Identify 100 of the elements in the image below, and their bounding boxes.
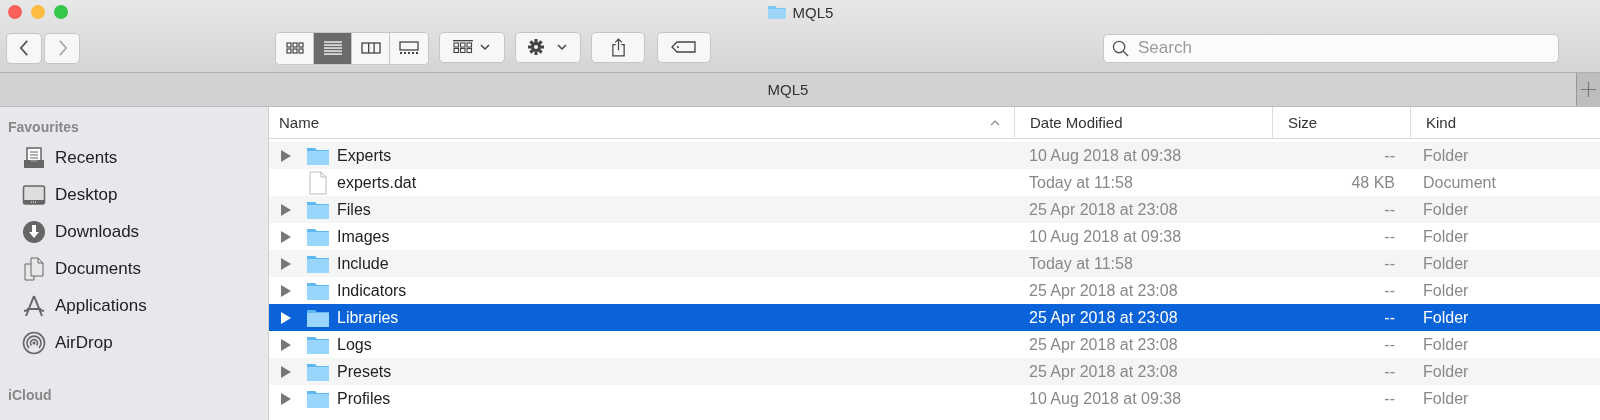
display-icon	[22, 182, 46, 207]
disclosure-triangle-icon[interactable]	[281, 311, 291, 324]
sidebar-item[interactable]: Downloads	[0, 213, 268, 250]
disclosure-triangle-icon[interactable]	[281, 338, 291, 351]
kind-cell-text: Folder	[1422, 308, 1470, 327]
folder-icon	[766, 4, 787, 20]
file-row[interactable]: Indicators 25 Apr 2018 at 23:08 -- Folder	[269, 277, 1600, 304]
kind-cell-text: Folder	[1422, 335, 1470, 354]
folder-icon	[306, 388, 330, 409]
kind-cell-text: Document	[1422, 173, 1497, 192]
folder-icon	[306, 280, 330, 301]
chevron-right-icon	[56, 39, 68, 57]
search-field[interactable]: Search	[1103, 33, 1559, 63]
tray-icon	[22, 145, 46, 170]
size-cell-text: --	[1383, 227, 1396, 246]
size-cell-text: 48 KB	[1350, 173, 1396, 192]
airdrop-icon	[22, 330, 46, 355]
download-icon	[22, 219, 46, 244]
column-header[interactable]: Name	[269, 107, 1015, 138]
date-cell-text: 25 Apr 2018 at 23:08	[1028, 308, 1179, 327]
size-cell-text: --	[1383, 308, 1396, 327]
group-button[interactable]	[439, 31, 505, 63]
folder-icon	[306, 226, 330, 247]
gear-dropdown-icon	[528, 39, 568, 55]
folder-icon	[306, 199, 330, 220]
folder-icon	[306, 307, 330, 328]
disclosure-triangle-icon[interactable]	[281, 392, 291, 405]
search-icon	[1112, 39, 1129, 57]
file-row[interactable]: Logs 25 Apr 2018 at 23:08 -- Folder	[269, 331, 1600, 358]
sidebar-item-label: Recents	[55, 147, 118, 168]
settings-button[interactable]	[515, 31, 581, 63]
sidebar-item[interactable]: Desktop	[0, 176, 268, 213]
disclosure-triangle-icon[interactable]	[281, 284, 291, 297]
kind-cell-text: Folder	[1422, 200, 1470, 219]
file-row[interactable]: Presets 25 Apr 2018 at 23:08 -- Folder	[269, 358, 1600, 385]
file-name: Include	[337, 254, 389, 273]
file-row[interactable]: Libraries 25 Apr 2018 at 23:08 -- Folder	[269, 304, 1600, 331]
document-icon	[22, 256, 46, 281]
sidebar-item-label: Downloads	[55, 221, 140, 242]
gallery-icon	[399, 41, 419, 55]
size-cell-text: --	[1383, 146, 1396, 165]
size-cell-text: --	[1383, 389, 1396, 408]
folder-icon	[306, 253, 330, 274]
compass-icon	[22, 293, 46, 318]
sidebar-heading: Favourites	[7, 119, 80, 137]
grid-dropdown-icon	[453, 40, 491, 54]
date-cell-text: 25 Apr 2018 at 23:08	[1028, 362, 1179, 381]
file-name: Logs	[337, 335, 372, 354]
close-button[interactable]	[8, 5, 22, 19]
icons-view-button[interactable]	[276, 32, 314, 64]
sidebar-item[interactable]: AirDrop	[0, 324, 268, 361]
sidebar-item[interactable]: Documents	[0, 250, 268, 287]
sidebar-item-label: AirDrop	[55, 332, 113, 353]
list-view-button[interactable]	[314, 32, 352, 64]
disclosure-triangle-icon[interactable]	[281, 203, 291, 216]
sidebar-item[interactable]: Recents	[0, 139, 268, 176]
sidebar-item[interactable]: Applications	[0, 287, 268, 324]
disclosure-triangle-icon[interactable]	[281, 365, 291, 378]
file-row[interactable]: experts.dat Today at 11:58 48 KB Document	[269, 169, 1600, 196]
back-button[interactable]	[6, 32, 42, 64]
file-row[interactable]: Include Today at 11:58 -- Folder	[269, 250, 1600, 277]
list-icon	[322, 41, 343, 55]
file-row[interactable]: Profiles 10 Aug 2018 at 09:38 -- Folder	[269, 385, 1600, 412]
file-row[interactable]: Experts 10 Aug 2018 at 09:38 -- Folder	[269, 142, 1600, 169]
folder-icon	[306, 361, 330, 382]
file-name: Indicators	[337, 281, 407, 300]
new-tab-button[interactable]	[1576, 73, 1600, 106]
date-cell-text: 10 Aug 2018 at 09:38	[1028, 227, 1183, 246]
kind-cell-text: Folder	[1422, 227, 1470, 246]
folder-icon	[306, 145, 330, 166]
document-icon	[306, 170, 330, 195]
kind-cell-text: Folder	[1422, 362, 1470, 381]
sidebar-item-label: Documents	[55, 258, 141, 279]
window-title: MQL5	[792, 3, 834, 21]
date-cell-text: 25 Apr 2018 at 23:08	[1028, 200, 1179, 219]
disclosure-triangle-icon[interactable]	[281, 257, 291, 270]
file-name: Presets	[337, 362, 392, 381]
file-row[interactable]: Files 25 Apr 2018 at 23:08 -- Folder	[269, 196, 1600, 223]
size-cell-text: --	[1383, 335, 1396, 354]
kind-cell-text: Folder	[1422, 389, 1470, 408]
share-icon	[610, 37, 626, 57]
column-header[interactable]: Size	[1273, 107, 1411, 138]
disclosure-triangle-icon[interactable]	[281, 230, 291, 243]
disclosure-triangle-icon[interactable]	[281, 149, 291, 162]
view-mode-control[interactable]	[275, 31, 429, 65]
file-name: Images	[337, 227, 390, 246]
kind-cell-text: Folder	[1422, 254, 1470, 273]
share-button[interactable]	[591, 31, 645, 63]
date-cell-text: 25 Apr 2018 at 23:08	[1028, 281, 1179, 300]
chevron-left-icon	[18, 39, 30, 57]
file-row[interactable]: Images 10 Aug 2018 at 09:38 -- Folder	[269, 223, 1600, 250]
date-cell-text: 10 Aug 2018 at 09:38	[1028, 146, 1183, 165]
column-header[interactable]: Date Modified	[1015, 107, 1273, 138]
column-header[interactable]: Kind	[1411, 107, 1600, 138]
size-cell-text: --	[1383, 200, 1396, 219]
tag-button[interactable]	[657, 31, 711, 63]
kind-cell-text: Folder	[1422, 146, 1470, 165]
file-name: Profiles	[337, 389, 391, 408]
date-cell-text: 10 Aug 2018 at 09:38	[1028, 389, 1183, 408]
size-cell-text: --	[1383, 254, 1396, 273]
